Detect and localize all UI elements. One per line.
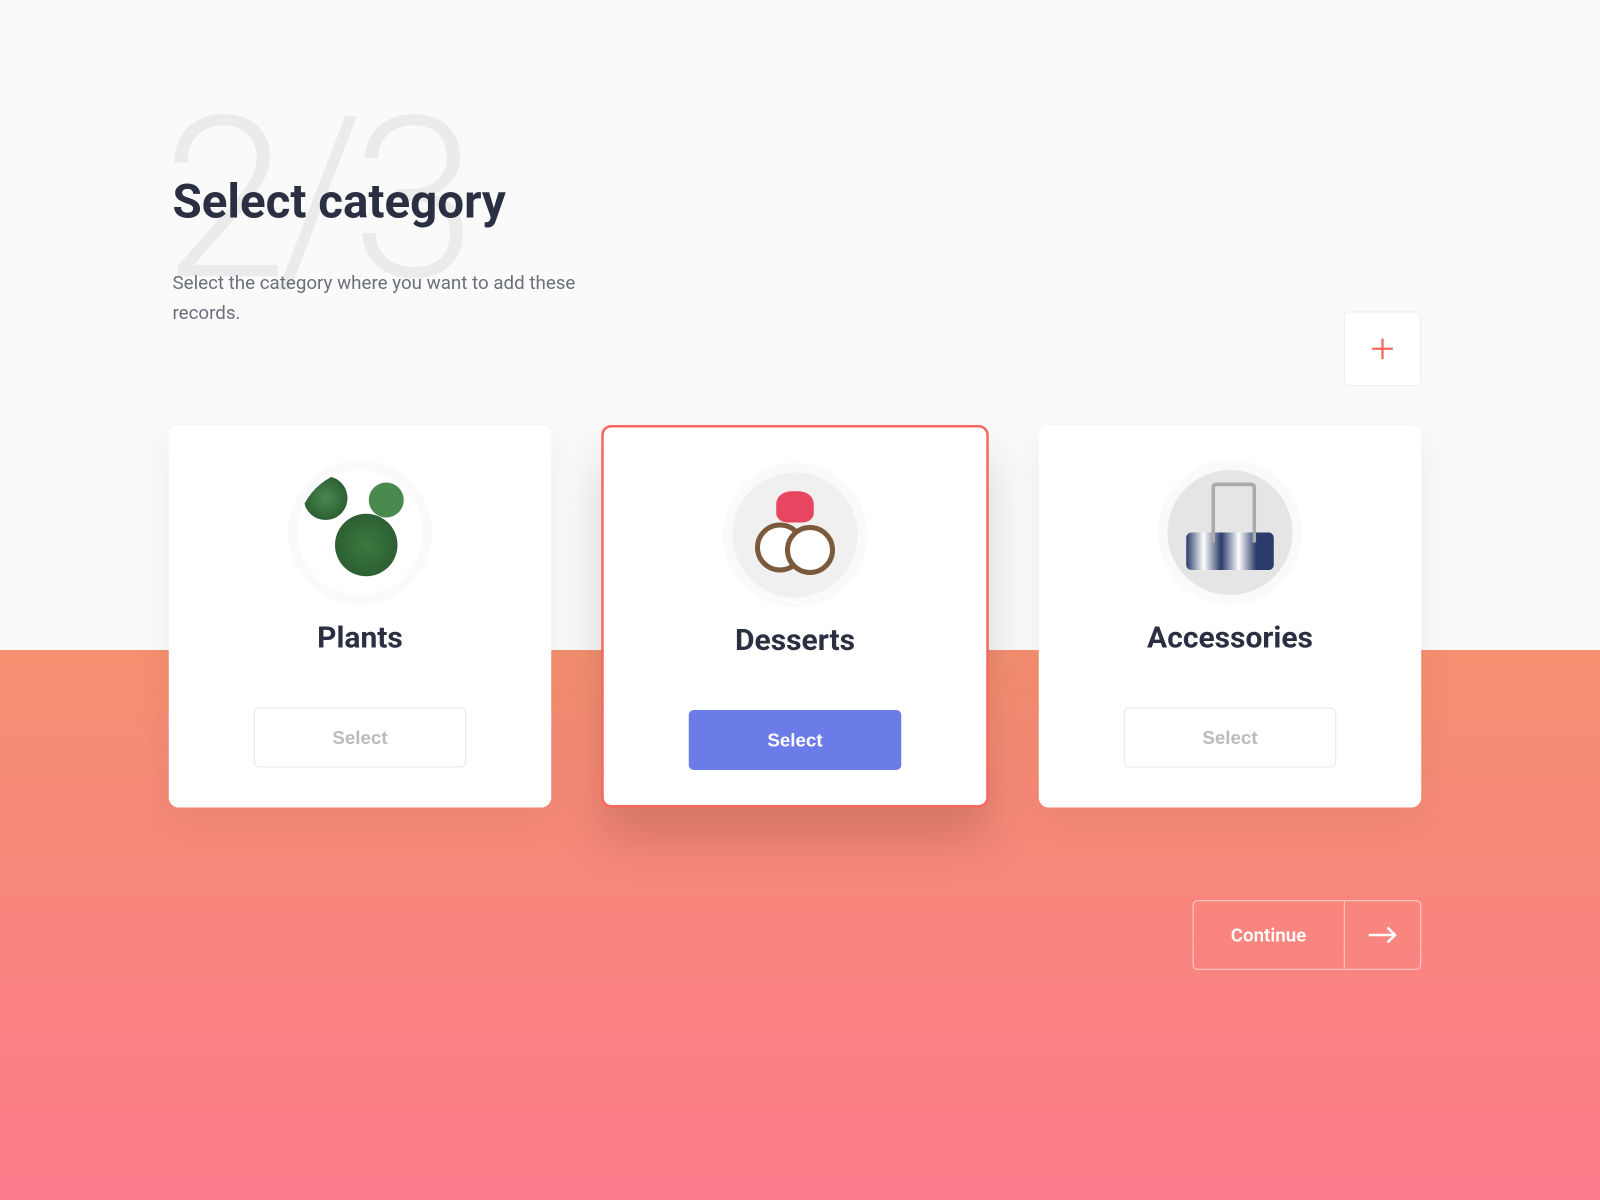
category-title: Plants (317, 620, 403, 655)
arrow-right-icon (1345, 901, 1420, 969)
page-subtitle: Select the category where you want to ad… (173, 268, 623, 328)
category-image-accessories (1168, 470, 1293, 595)
category-card-plants[interactable]: Plants Select (169, 425, 552, 808)
page-header: Select category Select the category wher… (173, 175, 623, 328)
category-cards: Plants Select Desserts Select Accessorie… (169, 425, 1422, 808)
select-button-accessories[interactable]: Select (1124, 708, 1337, 768)
add-category-button[interactable] (1344, 311, 1422, 386)
select-button-plants[interactable]: Select (254, 708, 467, 768)
category-card-desserts[interactable]: Desserts Select (601, 425, 989, 808)
continue-label: Continue (1193, 901, 1345, 969)
category-title: Desserts (735, 623, 855, 658)
continue-button[interactable]: Continue (1192, 900, 1421, 970)
category-card-accessories[interactable]: Accessories Select (1039, 425, 1422, 808)
category-title: Accessories (1147, 620, 1313, 655)
page-title: Select category (173, 175, 623, 230)
category-image-desserts (733, 473, 858, 598)
plus-icon (1369, 335, 1397, 363)
category-image-plants (298, 470, 423, 595)
select-button-desserts[interactable]: Select (689, 710, 902, 770)
